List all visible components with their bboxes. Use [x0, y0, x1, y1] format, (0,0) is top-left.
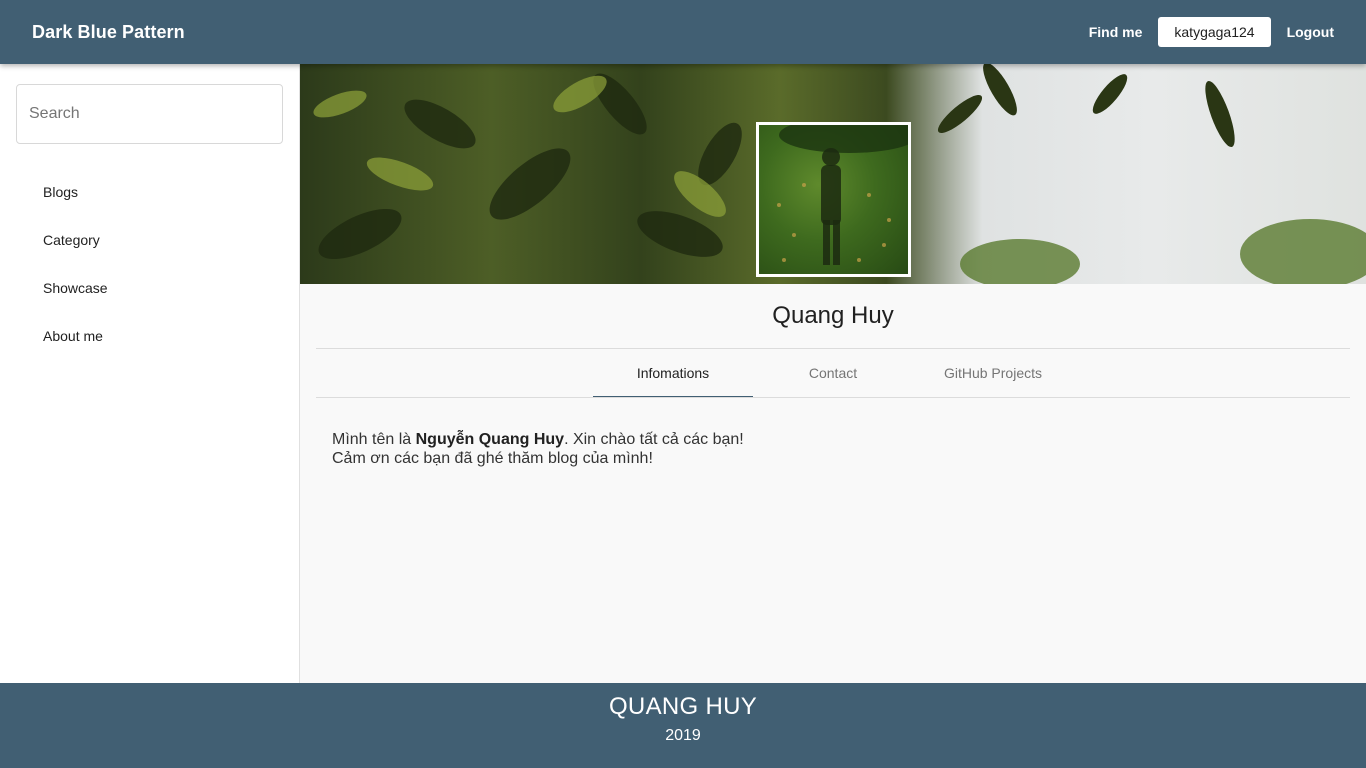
info-line1-suffix: . Xin chào tất cả các bạn!	[564, 431, 744, 448]
sidebar-item-category[interactable]: Category	[0, 216, 299, 264]
top-app-bar: Dark Blue Pattern Find me katygaga124 Lo…	[0, 0, 1366, 64]
info-line-2: Cảm ơn các bạn đã ghé thăm blog của mình…	[332, 450, 653, 467]
info-full-name: Nguyễn Quang Huy	[415, 431, 565, 448]
brand-title[interactable]: Dark Blue Pattern	[32, 0, 185, 64]
tab-contact[interactable]: Contact	[753, 349, 913, 397]
footer-title: QUANG HUY	[608, 693, 758, 720]
find-me-link[interactable]: Find me	[1089, 24, 1143, 40]
search-input[interactable]	[17, 85, 282, 143]
top-actions: Find me katygaga124 Logout	[1089, 0, 1334, 64]
footer-year: 2019	[665, 727, 701, 744]
main-content: Quang Huy Infomations Contact GitHub Pro…	[300, 64, 1366, 683]
sidebar-item-about-me[interactable]: About me	[0, 312, 299, 360]
sidebar-nav: Blogs Category Showcase About me	[0, 168, 299, 360]
info-panel: Mình tên là Nguyễn Quang Huy. Xin chào t…	[332, 430, 744, 468]
footer: QUANG HUY 2019	[0, 683, 1366, 768]
logout-link[interactable]: Logout	[1287, 24, 1334, 40]
username-button[interactable]: katygaga124	[1158, 17, 1271, 47]
info-line-1: Mình tên là Nguyễn Quang Huy. Xin chào t…	[332, 430, 744, 449]
profile-name: Quang Huy	[772, 302, 894, 329]
info-line1-prefix: Mình tên là	[332, 431, 416, 448]
tab-github-projects[interactable]: GitHub Projects	[913, 349, 1073, 397]
profile-avatar[interactable]	[756, 117, 919, 277]
search-box	[16, 84, 283, 144]
sidebar-item-blogs[interactable]: Blogs	[0, 168, 299, 216]
profile-tabs: Infomations Contact GitHub Projects	[593, 349, 1073, 398]
avatar-shadow-figure	[777, 117, 919, 265]
tab-infomations[interactable]: Infomations	[593, 349, 753, 398]
sidebar: Blogs Category Showcase About me	[0, 64, 300, 683]
divider-tabs	[316, 397, 1350, 398]
sidebar-item-showcase[interactable]: Showcase	[0, 264, 299, 312]
